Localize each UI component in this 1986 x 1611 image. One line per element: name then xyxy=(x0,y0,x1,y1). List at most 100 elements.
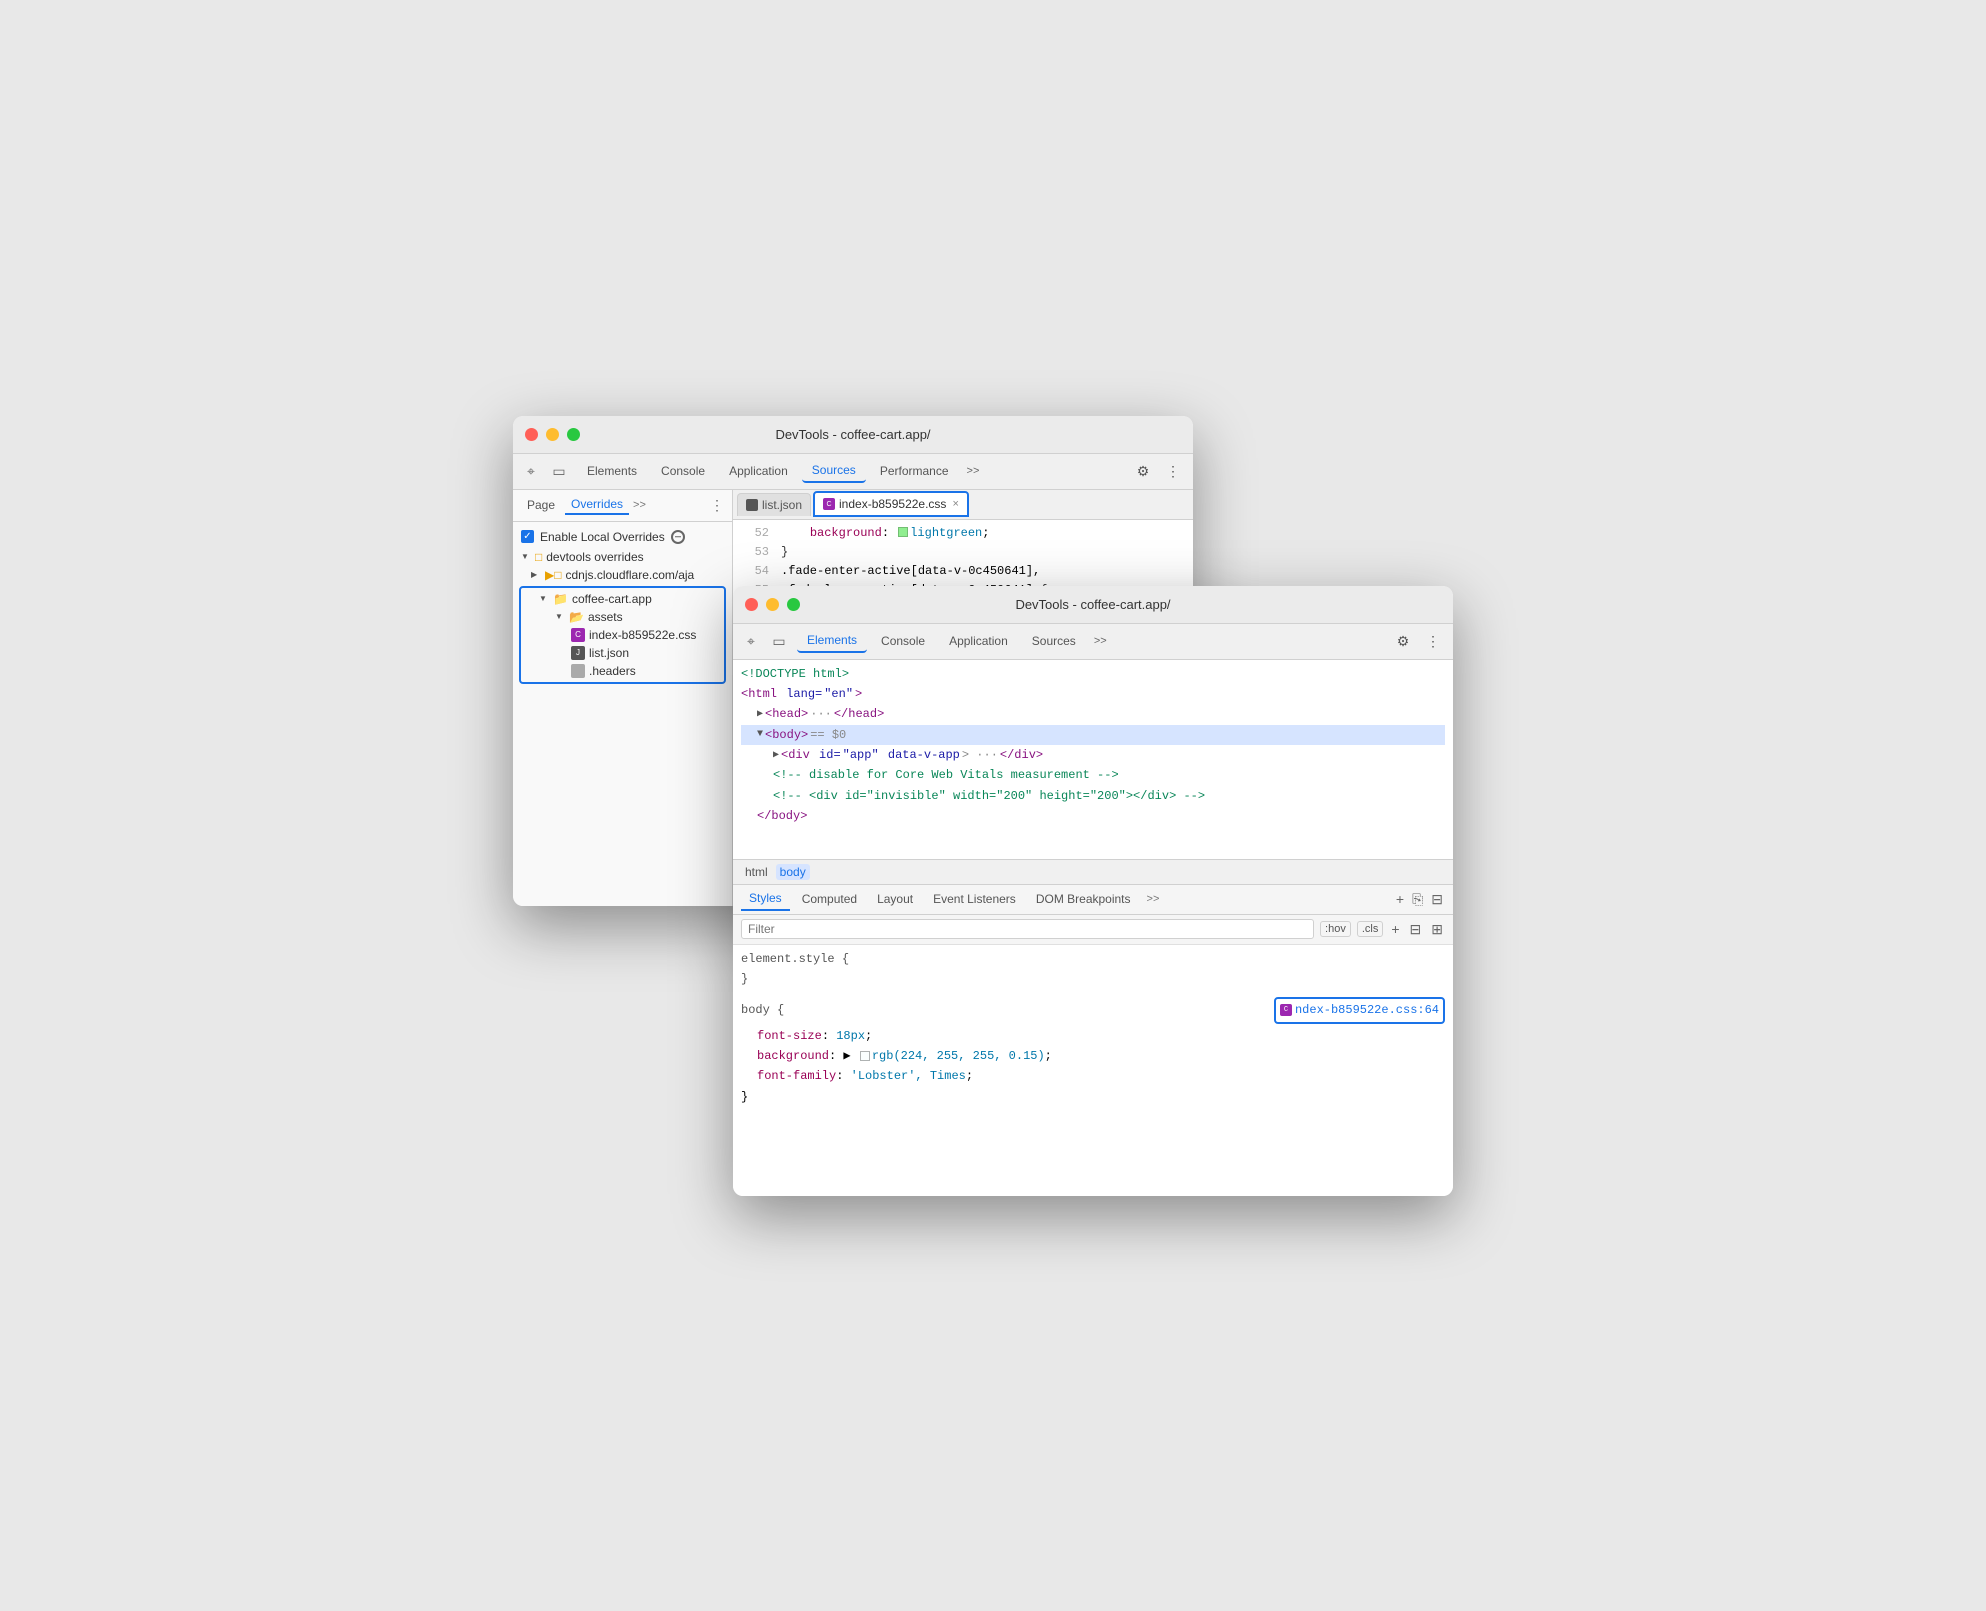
back-no-entry-icon[interactable] xyxy=(671,530,685,544)
front-el-div-app[interactable]: ▶ <div id= "app" data-v-app > ··· </div> xyxy=(741,745,1445,765)
front-breadcrumb-html[interactable]: html xyxy=(741,864,772,880)
front-element-style-section: element.style { } xyxy=(741,949,1445,990)
back-coffecart-item[interactable]: ▼ 📁 coffee-cart.app xyxy=(521,590,724,608)
front-tab-sources[interactable]: Sources xyxy=(1022,630,1086,652)
front-hov-button[interactable]: :hov xyxy=(1320,921,1351,937)
front-tab-console[interactable]: Console xyxy=(871,630,935,652)
front-breadcrumb-body[interactable]: body xyxy=(776,864,810,880)
back-sidebar-tab-page[interactable]: Page xyxy=(521,496,561,514)
back-assets-label: assets xyxy=(588,610,623,624)
front-device-icon[interactable]: ▭ xyxy=(769,631,789,651)
back-tab-console[interactable]: Console xyxy=(651,460,715,482)
front-body-font-size: font-size: 18px; xyxy=(741,1026,1445,1046)
back-enable-checkbox[interactable]: ✓ xyxy=(521,530,534,543)
back-maximize-button[interactable] xyxy=(567,428,580,441)
front-body-background: background: ▶ rgb(224, 255, 255, 0.15); xyxy=(741,1046,1445,1066)
front-minimize-button[interactable] xyxy=(766,598,779,611)
front-body-style-section: body { C ndex-b859522e.css:64 font-size:… xyxy=(741,997,1445,1107)
back-sidebar-menu-btn[interactable]: ⋮ xyxy=(710,497,724,514)
back-tab-performance[interactable]: Performance xyxy=(870,460,959,482)
back-code-line-54: 54 .fade-enter-active[data-v-0c450641], xyxy=(733,562,1193,581)
front-body-font-family: font-family: 'Lobster', Times; xyxy=(741,1066,1445,1086)
back-cdnjs-folder-icon: ▶□ xyxy=(545,568,561,582)
back-headers-file-label: .headers xyxy=(589,664,636,678)
front-el-doctype: <!DOCTYPE html> xyxy=(741,664,1445,684)
front-tab-application[interactable]: Application xyxy=(939,630,1018,652)
back-enable-label: Enable Local Overrides xyxy=(540,530,665,544)
front-html-tag: <html xyxy=(741,684,777,704)
front-style-plus-icon[interactable]: + xyxy=(1389,919,1401,939)
back-code-tab-json-icon xyxy=(746,499,758,511)
back-close-button[interactable] xyxy=(525,428,538,441)
front-el-head[interactable]: ▶ <head> ··· </head> xyxy=(741,704,1445,724)
front-style-add-icon[interactable]: + xyxy=(1394,889,1406,909)
back-sidebar-tab-overrides[interactable]: Overrides xyxy=(565,495,629,515)
front-div-app-attr: data-v-app xyxy=(881,745,960,765)
front-styles-tab-event-listeners[interactable]: Event Listeners xyxy=(925,888,1024,910)
back-code-tab-json[interactable]: list.json xyxy=(737,493,811,516)
back-headers-file-item[interactable]: .headers xyxy=(521,662,724,680)
back-coffeecart-folder-icon: 📁 xyxy=(553,592,568,606)
front-close-button[interactable] xyxy=(745,598,758,611)
front-font-family-val: 'Lobster', Times xyxy=(851,1069,966,1083)
front-settings-icon[interactable]: ⚙ xyxy=(1391,629,1415,653)
back-cdnjs-arrow: ▶ xyxy=(531,570,541,579)
back-tab-elements[interactable]: Elements xyxy=(577,460,647,482)
front-font-size-prop: font-size xyxy=(757,1029,822,1043)
front-el-body-close[interactable]: </body> xyxy=(741,806,1445,826)
front-style-copy-icon[interactable]: ⎘ xyxy=(1410,889,1425,910)
front-body-style-source: body { C ndex-b859522e.css:64 xyxy=(741,997,1445,1023)
front-source-link-text: ndex-b859522e.css:64 xyxy=(1295,1000,1439,1020)
back-cdnjs-item[interactable]: ▶ ▶□ cdnjs.cloudflare.com/aja xyxy=(513,566,732,584)
back-device-icon[interactable]: ▭ xyxy=(549,461,569,481)
front-styles-tab-dom-breakpoints[interactable]: DOM Breakpoints xyxy=(1028,888,1139,910)
back-top-tabs: ⌖ ▭ Elements Console Application Sources… xyxy=(513,454,1193,490)
back-json-file-label: list.json xyxy=(589,646,629,660)
front-html-close: > xyxy=(855,684,862,704)
front-tab-elements[interactable]: Elements xyxy=(797,629,867,653)
back-code-tab-css-close[interactable]: × xyxy=(952,498,958,510)
back-inspect-icon[interactable]: ⌖ xyxy=(521,461,541,481)
back-root-folder-icon: □ xyxy=(535,550,542,564)
back-tab-sources[interactable]: Sources xyxy=(802,459,866,483)
back-code-line-53: 53 } xyxy=(733,543,1193,562)
back-more-icon[interactable]: ⋮ xyxy=(1161,459,1185,483)
front-traffic-lights xyxy=(745,598,800,611)
front-font-family-prop: font-family xyxy=(757,1069,836,1083)
front-top-tab-icons: ⚙ ⋮ xyxy=(1391,629,1445,653)
back-code-tab-css[interactable]: C index-b859522e.css × xyxy=(813,491,969,517)
front-styles-tab-layout[interactable]: Layout xyxy=(869,888,921,910)
front-body-tag: <body> xyxy=(765,725,808,745)
front-inspect-icon[interactable]: ⌖ xyxy=(741,631,761,651)
back-json-file-item[interactable]: J list.json xyxy=(521,644,724,662)
front-cls-button[interactable]: .cls xyxy=(1357,921,1384,937)
front-more-icon[interactable]: ⋮ xyxy=(1421,629,1445,653)
front-style-toggle-icon[interactable]: ⊞ xyxy=(1429,919,1445,940)
front-styles-tab-styles[interactable]: Styles xyxy=(741,887,790,911)
front-title-bar: DevTools - coffee-cart.app/ xyxy=(733,586,1453,624)
front-styles-tabs: Styles Computed Layout Event Listeners D… xyxy=(733,885,1453,915)
front-source-badge[interactable]: C ndex-b859522e.css:64 xyxy=(1274,997,1445,1023)
back-assets-item[interactable]: ▼ 📂 assets xyxy=(521,608,724,626)
back-tab-application[interactable]: Application xyxy=(719,460,798,482)
front-style-layout-icon[interactable]: ⊟ xyxy=(1429,889,1445,910)
back-tree-root[interactable]: ▼ □ devtools overrides xyxy=(513,548,732,566)
front-source-badge-icon: C xyxy=(1280,1004,1292,1016)
back-minimize-button[interactable] xyxy=(546,428,559,441)
back-settings-icon[interactable]: ⚙ xyxy=(1131,459,1155,483)
front-style-inspect-icon[interactable]: ⊟ xyxy=(1408,919,1424,940)
front-tab-overflow[interactable]: >> xyxy=(1090,631,1111,651)
front-styles-tab-computed[interactable]: Computed xyxy=(794,888,865,910)
front-head-tag: <head> xyxy=(765,704,808,724)
back-tab-overflow[interactable]: >> xyxy=(963,461,984,481)
back-sidebar: Page Overrides >> ⋮ ✓ Enable Local Overr… xyxy=(513,490,733,906)
back-root-label: devtools overrides xyxy=(546,550,643,564)
front-styles-filter-input[interactable] xyxy=(741,919,1314,939)
back-css-file-item[interactable]: C index-b859522e.css xyxy=(521,626,724,644)
front-el-body[interactable]: ▼ <body> == $0 xyxy=(741,725,1445,745)
front-maximize-button[interactable] xyxy=(787,598,800,611)
front-styles-overflow[interactable]: >> xyxy=(1143,893,1164,905)
front-el-html[interactable]: <html lang= "en" > xyxy=(741,684,1445,704)
front-div-app-tag: <div xyxy=(781,745,810,765)
back-sidebar-overflow[interactable]: >> xyxy=(633,499,646,511)
